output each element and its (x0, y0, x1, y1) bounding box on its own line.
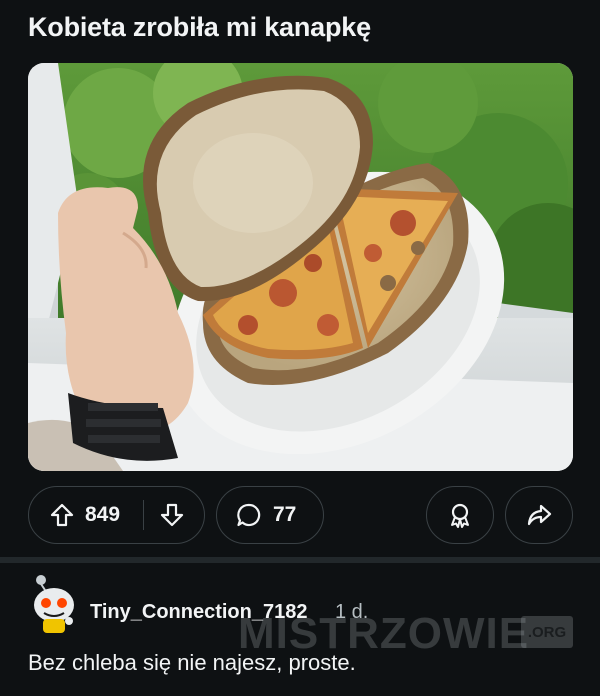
arrow-down-icon[interactable] (159, 502, 185, 528)
post-title: Kobieta zrobiła mi kanapkę (28, 12, 371, 42)
vote-control: 849 (28, 486, 205, 544)
speech-bubble-icon (235, 501, 263, 529)
post-image[interactable] (28, 63, 573, 471)
sandwich-photo (28, 63, 573, 471)
comment-count: 77 (273, 503, 297, 526)
comment-body: Bez chleba się nie najesz, proste. (28, 650, 356, 675)
watermark-org: .ORG (521, 616, 573, 648)
share-arrow-icon (525, 501, 553, 529)
comment: MISTRZOWIE .ORG Tiny_Connection_7182 1 d… (0, 563, 600, 696)
comment-timestamp: 1 d. (335, 601, 369, 623)
upvote-count: 849 (85, 503, 121, 526)
award-icon (446, 501, 474, 529)
arrow-up-icon[interactable] (49, 502, 75, 528)
award-button[interactable] (426, 486, 494, 544)
share-button[interactable] (505, 486, 573, 544)
avatar[interactable] (29, 573, 79, 635)
vote-separator (143, 500, 144, 530)
post-actions-bar: 849 77 (0, 486, 600, 546)
comment-username[interactable]: Tiny_Connection_7182 (90, 601, 307, 624)
comments-button[interactable]: 77 (216, 486, 324, 544)
